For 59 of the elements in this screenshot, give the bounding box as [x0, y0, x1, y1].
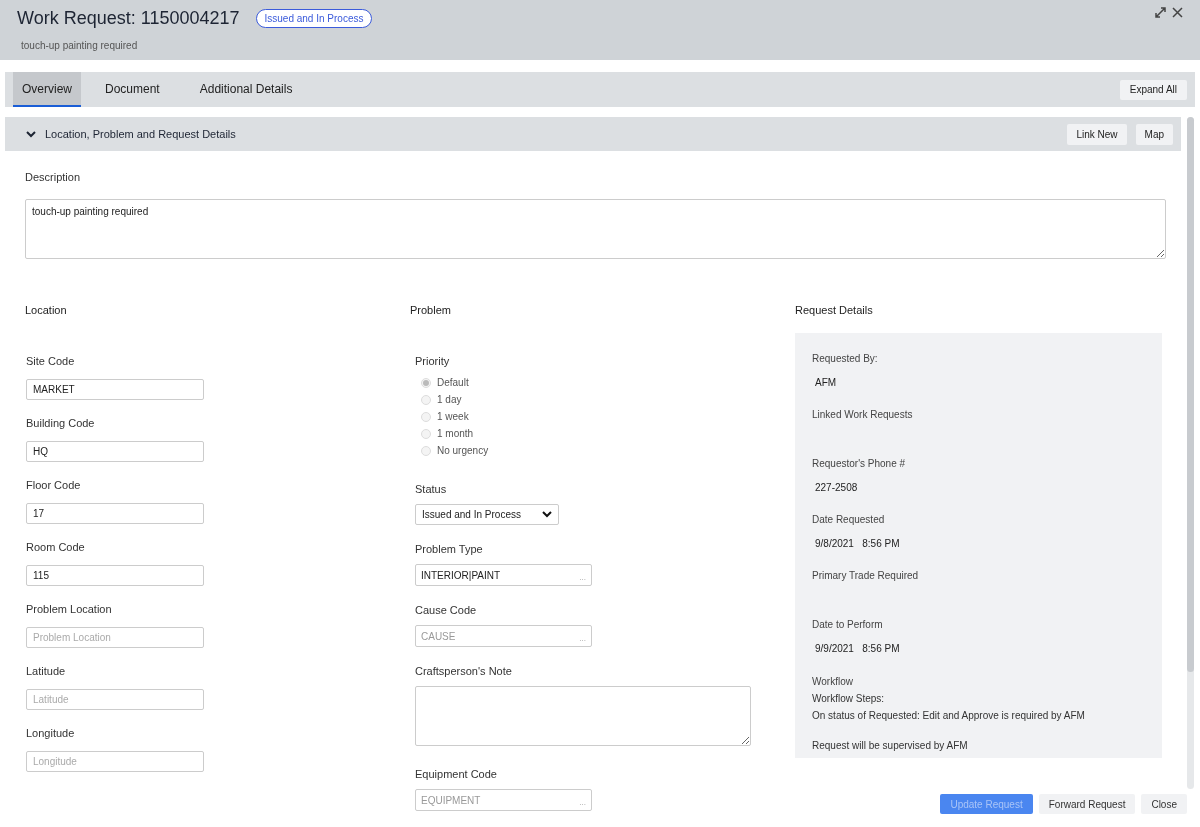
detail-label: Workflow: [812, 675, 854, 689]
text-field[interactable]: Longitude: [26, 751, 204, 772]
scrollbar[interactable]: [1187, 117, 1194, 789]
field-label: Status: [415, 483, 448, 496]
field-label: Description: [25, 170, 82, 185]
workflow-text: Workflow Steps:: [812, 692, 886, 706]
detail-label: Requested By:: [812, 352, 879, 366]
text-field[interactable]: MARKET: [26, 379, 204, 400]
workflow-text: Request will be supervised by AFM: [812, 739, 969, 753]
field-label: Equipment Code: [415, 768, 498, 781]
status-select[interactable]: Issued and In Process: [415, 504, 559, 525]
detail-value: 9/8/2021 8:56 PM: [814, 537, 901, 551]
subtitle: touch-up painting required: [21, 39, 139, 53]
detail-label: Date to Perform: [812, 618, 884, 632]
field-label: Craftsperson's Note: [415, 665, 513, 678]
chevron-down-icon: [542, 511, 552, 518]
field-label: Room Code: [26, 541, 86, 554]
column-heading: Location: [25, 302, 68, 318]
status-badge: Issued and In Process: [255, 9, 373, 28]
text-field[interactable]: 17: [26, 503, 204, 524]
detail-label: Requestor's Phone #: [812, 457, 907, 471]
text-field[interactable]: HQ: [26, 441, 204, 462]
field-label: Priority: [415, 355, 451, 368]
detail-value: AFM: [814, 376, 838, 390]
window-title: Work Request: 1150004217: [17, 7, 240, 30]
column-heading: Request Details: [795, 302, 874, 318]
section-button[interactable]: Map: [1135, 123, 1173, 145]
field-label: Problem Location: [26, 603, 113, 616]
field-label: Problem Type: [415, 543, 484, 556]
maximize-icon[interactable]: [1155, 7, 1166, 18]
section-button[interactable]: Link New: [1067, 123, 1127, 145]
tab[interactable]: Additional Details: [183, 72, 309, 107]
description-field[interactable]: touch-up painting required: [25, 198, 1166, 259]
column-heading: Problem: [410, 302, 452, 318]
close-icon[interactable]: [1172, 7, 1183, 18]
text-field[interactable]: Latitude: [26, 689, 204, 710]
tab[interactable]: Document: [89, 72, 176, 107]
detail-value: 227-2508: [814, 481, 859, 495]
field-label: Cause Code: [415, 604, 478, 617]
detail-label: Primary Trade Required: [812, 569, 920, 583]
section-header[interactable]: Location, Problem and Request Details Link New Map: [5, 117, 1181, 151]
field-label: Building Code: [26, 417, 96, 430]
field-label: Floor Code: [26, 479, 82, 492]
detail-label: Date Requested: [812, 513, 886, 527]
note-field[interactable]: [415, 686, 751, 746]
lookup-field[interactable]: INTERIOR|PAINT ...: [415, 564, 592, 586]
detail-label: Linked Work Requests: [812, 408, 914, 422]
footer-button[interactable]: Close: [1141, 794, 1187, 814]
text-field[interactable]: 115: [26, 565, 204, 586]
tab[interactable]: Overview: [13, 72, 81, 107]
footer-button[interactable]: Forward Request: [1038, 794, 1136, 814]
text-field[interactable]: Problem Location: [26, 627, 204, 648]
section-title: Location, Problem and Request Details: [45, 126, 236, 142]
expand-all-button[interactable]: Expand All: [1119, 79, 1187, 100]
detail-value: 9/9/2021 8:56 PM: [814, 642, 901, 656]
workflow-text: On status of Requested: Edit and Approve is required by AFM: [812, 709, 1086, 723]
field-label: Site Code: [26, 355, 76, 368]
field-label: Latitude: [26, 665, 67, 678]
field-label: Longitude: [26, 727, 76, 740]
